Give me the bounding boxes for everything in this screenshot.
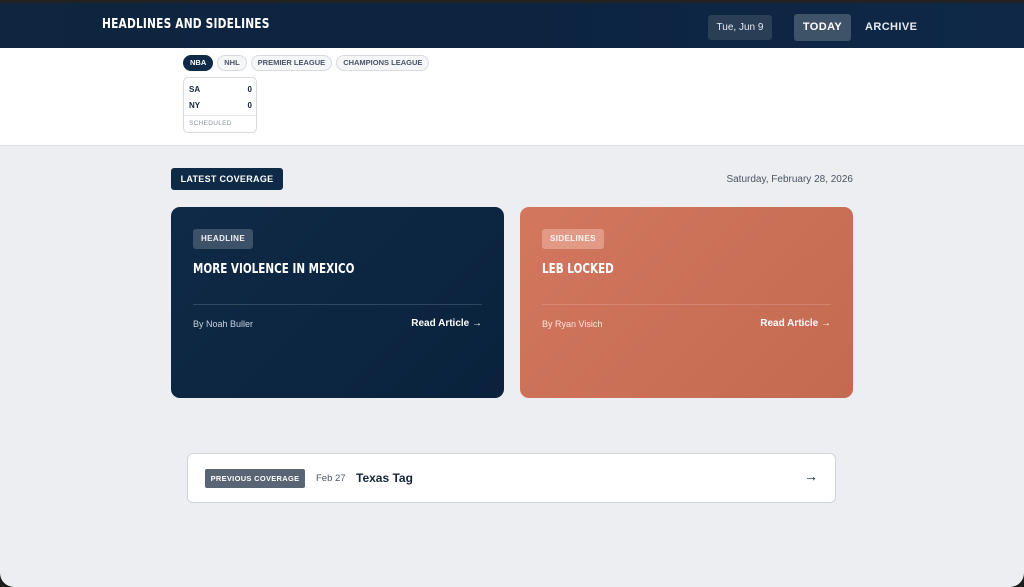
previous-coverage-date: Feb 27 — [316, 473, 346, 484]
page-date: Saturday, February 28, 2026 — [726, 174, 853, 185]
divider — [193, 304, 482, 305]
league-tabs: NBA NHL PREMIER LEAGUE CHAMPIONS LEAGUE — [183, 55, 430, 71]
site-logo[interactable]: Headlines and Sidelines — [102, 17, 270, 32]
team-score: 0 — [247, 85, 252, 94]
league-tab-nba[interactable]: NBA — [183, 55, 214, 71]
game-score-card[interactable]: SA 0 NY 0 SCHEDULED — [183, 77, 257, 133]
story-card-sidelines[interactable]: SIDELINES Leb Locked By Ryan Visich Read… — [520, 207, 853, 398]
page: Headlines and Sidelines Tue, Jun 9 TODAY… — [0, 0, 1024, 587]
story-title[interactable]: Leb Locked — [542, 262, 614, 277]
previous-coverage-label: PREVIOUS COVERAGE — [205, 469, 305, 488]
story-card-headline[interactable]: HEADLINE More Violence in Mexico By Noah… — [171, 207, 504, 398]
latest-coverage-label: LATEST COVERAGE — [171, 168, 283, 190]
previous-coverage-card[interactable]: PREVIOUS COVERAGE Feb 27 Texas Tag → — [187, 453, 836, 503]
team-abbr: NY — [189, 101, 201, 110]
league-tab-premier-league[interactable]: PREMIER LEAGUE — [250, 55, 333, 71]
story-title[interactable]: More Violence in Mexico — [193, 262, 354, 277]
divider — [542, 304, 831, 305]
league-tab-champions-league[interactable]: CHAMPIONS LEAGUE — [336, 55, 430, 71]
story-byline: By Noah Buller — [193, 319, 254, 329]
current-date-pill: Tue, Jun 9 — [708, 15, 772, 40]
team-abbr: SA — [189, 85, 201, 94]
game-status: SCHEDULED — [189, 120, 232, 127]
story-tag: SIDELINES — [542, 229, 604, 249]
previous-coverage-title[interactable]: Texas Tag — [356, 471, 413, 485]
nav-archive-link[interactable]: ARCHIVE — [865, 14, 917, 41]
read-article-link[interactable]: Read Article → — [760, 318, 831, 329]
team-row-away: SA 0 — [189, 85, 252, 94]
read-article-link[interactable]: Read Article → — [411, 318, 482, 329]
divider — [184, 115, 256, 116]
story-tag: HEADLINE — [193, 229, 254, 249]
story-byline: By Ryan Visich — [542, 319, 603, 329]
arrow-right-icon[interactable]: → — [804, 468, 818, 484]
team-row-home: NY 0 — [189, 101, 252, 110]
scores-strip: NBA NHL PREMIER LEAGUE CHAMPIONS LEAGUE … — [0, 48, 1024, 146]
nav-today-button[interactable]: TODAY — [794, 14, 851, 41]
team-score: 0 — [247, 101, 252, 110]
league-tab-nhl[interactable]: NHL — [217, 55, 247, 71]
top-navigation-bar: Headlines and Sidelines Tue, Jun 9 TODAY… — [0, 0, 1024, 48]
